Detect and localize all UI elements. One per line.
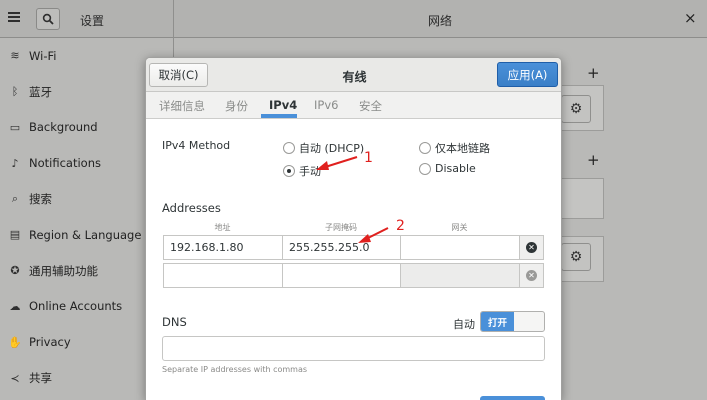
radio-indicator [419,162,431,175]
ipv4-method-label: IPv4 Method [162,139,231,152]
method-dhcp-radio[interactable]: 自动 (DHCP) [283,140,364,156]
add-vpn-icon[interactable]: + [587,151,600,169]
sidebar-item-label: Privacy [29,335,71,350]
radio-label: 仅本地链路 [435,142,490,155]
close-icon: ✕ [526,270,537,281]
annotation-number-2: 2 [396,218,405,234]
gateway-input[interactable] [400,263,520,288]
search-button[interactable] [36,8,60,30]
radio-label: Disable [435,162,476,175]
settings-header: 设置 网络 × [0,0,707,38]
sidebar-item-label: Notifications [29,156,101,171]
radio-indicator [283,142,295,154]
addresses-label: Addresses [162,201,221,215]
sidebar-item-label: Background [29,120,98,135]
settings-title: 设置 [80,14,105,28]
share-icon: ≺ [10,371,20,385]
netmask-input[interactable]: 255.255.255.0 [282,235,401,260]
proxy-settings-button[interactable]: ⚙ [561,243,591,271]
dns-label: DNS [162,315,187,329]
dns-hint: Separate IP addresses with commas [162,365,308,374]
tab-ipv6[interactable]: IPv6 [314,98,338,112]
cloud-icon: ☁ [9,299,21,313]
sidebar-item-label: 蓝牙 [29,84,52,99]
tab-security[interactable]: 安全 [359,98,382,114]
method-manual-radio[interactable]: 手动 [283,163,321,179]
sidebar-item-label: Wi-Fi [29,48,57,63]
tab-bar: 详细信息 身份 IPv4 IPv6 安全 [146,92,561,119]
display-icon: ▭ [9,120,21,134]
search-icon [42,13,54,25]
toggle-on-label: 打开 [481,312,514,331]
radio-indicator [283,165,295,177]
column-address: 地址 [214,223,231,232]
wired-dialog: 取消(C) 有线 应用(A) 详细信息 身份 IPv4 IPv6 安全 IPv4… [145,57,562,400]
radio-label: 手动 [299,165,321,178]
column-gateway: 网关 [451,223,468,232]
bell-icon: ♪ [11,156,19,170]
add-connection-icon[interactable]: + [587,64,600,82]
address-input[interactable] [163,263,283,288]
delete-address-button[interactable]: ✕ [519,235,544,260]
annotation-number-1: 1 [364,150,373,166]
accessibility-icon: ✪ [10,264,20,278]
gateway-input[interactable] [400,235,520,260]
close-icon[interactable]: × [684,9,697,27]
wired-settings-button[interactable]: ⚙ [561,95,591,123]
sidebar-item-label: 通用辅助功能 [29,263,98,278]
hand-icon: ✋ [8,335,22,349]
dns-auto-toggle[interactable]: 打开 [480,311,545,332]
sidebar-item-label: 共享 [29,371,52,386]
bluetooth-icon: ᛒ [11,85,19,99]
wifi-icon: ≋ [10,49,20,63]
sidebar-item-label: Online Accounts [29,299,123,314]
keyboard-icon: ▤ [9,228,21,242]
panel-title: 网络 [428,14,453,28]
delete-address-button[interactable]: ✕ [519,263,544,288]
netmask-input[interactable] [282,263,401,288]
method-link-local-radio[interactable]: 仅本地链路 [419,140,490,156]
gear-icon: ⚙ [569,101,583,117]
gear-icon: ⚙ [569,249,583,265]
dialog-header: 取消(C) 有线 应用(A) [146,58,561,92]
method-disable-radio[interactable]: Disable [419,162,476,175]
address-input[interactable]: 192.168.1.80 [163,235,283,260]
vpn-card [560,178,604,219]
routes-toggle-partial[interactable] [480,396,545,400]
tab-details[interactable]: 详细信息 [159,98,205,114]
tab-ipv4[interactable]: IPv4 [269,98,297,112]
apply-button[interactable]: 应用(A) [497,62,558,87]
search-icon: ⌕ [11,192,19,206]
tab-identity[interactable]: 身份 [225,98,248,114]
dns-input[interactable] [162,336,545,361]
hamburger-menu-icon[interactable] [8,12,20,22]
close-icon: ✕ [526,242,537,253]
dns-auto-label: 自动 [453,318,475,331]
column-netmask: 子网掩码 [325,223,357,232]
active-tab-indicator [261,114,297,118]
sidebar-item-label: 搜索 [29,192,52,207]
radio-indicator [419,142,431,154]
radio-label: 自动 (DHCP) [299,142,365,155]
sidebar-item-label: Region & Language [29,227,142,242]
